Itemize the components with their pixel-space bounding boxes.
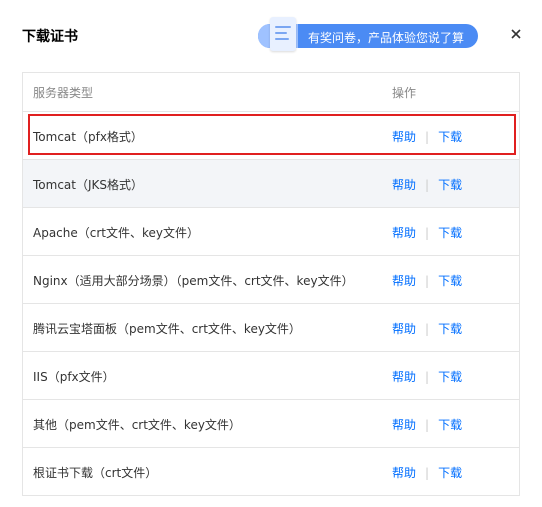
server-type-name: 其他（pem文件、crt文件、key文件）	[33, 418, 241, 432]
separator: |	[425, 226, 430, 240]
separator: |	[425, 130, 430, 144]
table-header: 服务器类型 操作	[23, 73, 519, 112]
row-actions: 帮助 | 下载	[392, 464, 462, 481]
help-link[interactable]: 帮助	[392, 370, 416, 384]
server-type-table: 服务器类型 操作 Tomcat（pfx格式） 帮助 | 下载 Tomcat（JKS格…	[22, 72, 520, 496]
server-type-name: Apache（crt文件、key文件）	[33, 226, 200, 240]
separator: |	[425, 274, 430, 288]
help-link[interactable]: 帮助	[392, 130, 416, 144]
survey-text: 有奖问卷，产品体验您说了算	[308, 31, 465, 45]
close-icon[interactable]	[508, 26, 524, 42]
header-server-type: 服务器类型	[33, 86, 94, 100]
table-row: Apache（crt文件、key文件） 帮助 | 下载	[23, 208, 519, 256]
table-row: 腾讯云宝塔面板（pem文件、crt文件、key文件） 帮助 | 下载	[23, 304, 519, 352]
table-row: IIS（pfx文件） 帮助 | 下载	[23, 352, 519, 400]
row-actions: 帮助 | 下载	[392, 176, 462, 193]
document-icon	[270, 17, 296, 51]
header-operation: 操作	[392, 86, 417, 100]
help-link[interactable]: 帮助	[392, 322, 416, 336]
row-actions: 帮助 | 下载	[392, 272, 462, 289]
row-actions: 帮助 | 下载	[392, 416, 462, 433]
help-link[interactable]: 帮助	[392, 274, 416, 288]
download-link[interactable]: 下载	[438, 418, 462, 432]
table-row: Nginx（适用大部分场景）（pem文件、crt文件、key文件） 帮助 | 下载	[23, 256, 519, 304]
separator: |	[425, 370, 430, 384]
download-certificate-dialog: 下载证书 有奖问卷，产品体验您说了算 服务器类型 操作 Tomcat（pfx格式…	[0, 0, 542, 507]
server-type-name: Tomcat（JKS格式）	[33, 178, 144, 192]
table-row: 其他（pem文件、crt文件、key文件） 帮助 | 下载	[23, 400, 519, 448]
help-link[interactable]: 帮助	[392, 178, 416, 192]
help-link[interactable]: 帮助	[392, 466, 416, 480]
separator: |	[425, 178, 430, 192]
server-type-name: Nginx（适用大部分场景）（pem文件、crt文件、key文件）	[33, 274, 354, 288]
survey-banner[interactable]: 有奖问卷，产品体验您说了算	[258, 17, 478, 51]
dialog-title: 下载证书	[22, 29, 78, 45]
row-actions: 帮助 | 下载	[392, 128, 462, 145]
separator: |	[425, 466, 430, 480]
table-row: 根证书下载（crt文件） 帮助 | 下载	[23, 448, 519, 496]
download-link[interactable]: 下载	[438, 466, 462, 480]
download-link[interactable]: 下载	[438, 226, 462, 240]
server-type-name: 腾讯云宝塔面板（pem文件、crt文件、key文件）	[33, 322, 301, 336]
server-type-name: 根证书下载（crt文件）	[33, 466, 158, 480]
download-link[interactable]: 下载	[438, 370, 462, 384]
help-link[interactable]: 帮助	[392, 226, 416, 240]
server-type-name: IIS（pfx文件）	[33, 370, 115, 384]
table-row: Tomcat（JKS格式） 帮助 | 下载	[23, 160, 519, 208]
table-row: Tomcat（pfx格式） 帮助 | 下载	[23, 112, 519, 160]
separator: |	[425, 322, 430, 336]
row-actions: 帮助 | 下载	[392, 320, 462, 337]
server-type-name: Tomcat（pfx格式）	[33, 130, 143, 144]
download-link[interactable]: 下载	[438, 130, 462, 144]
download-link[interactable]: 下载	[438, 178, 462, 192]
row-actions: 帮助 | 下载	[392, 224, 462, 241]
download-link[interactable]: 下载	[438, 274, 462, 288]
download-link[interactable]: 下载	[438, 322, 462, 336]
help-link[interactable]: 帮助	[392, 418, 416, 432]
row-actions: 帮助 | 下载	[392, 368, 462, 385]
separator: |	[425, 418, 430, 432]
